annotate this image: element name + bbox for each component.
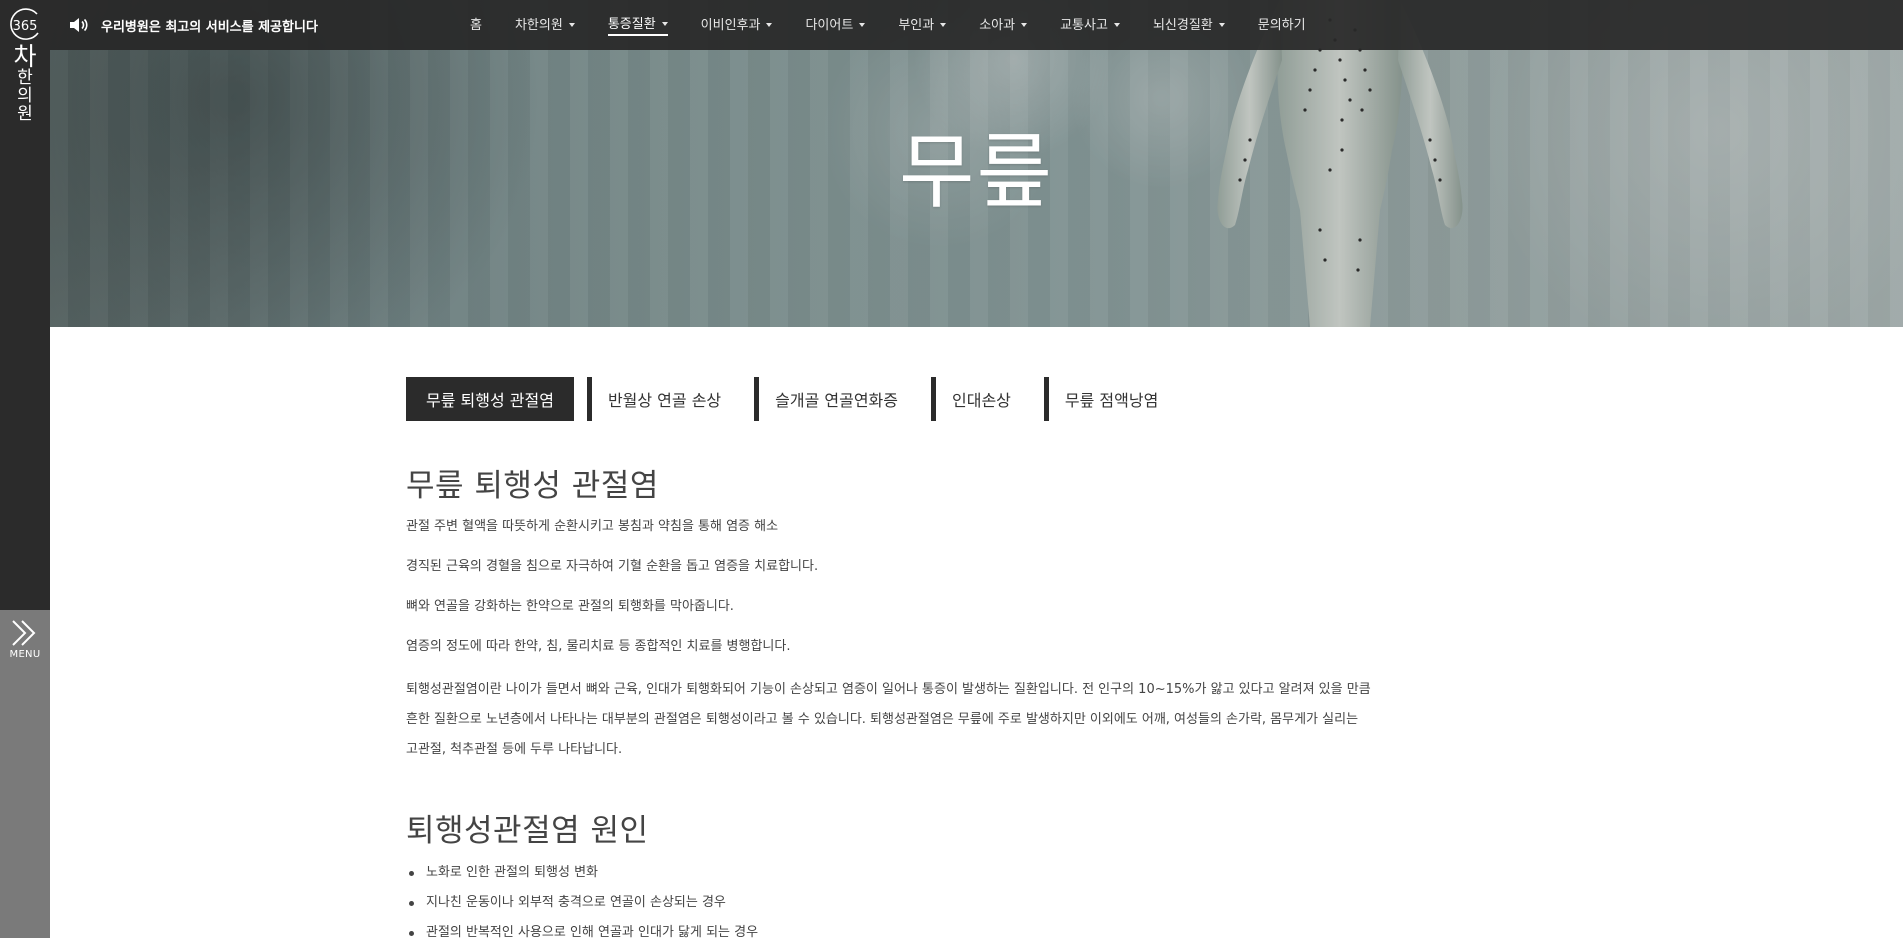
- nav-item-pain[interactable]: 통증질환: [607, 13, 668, 36]
- nav-item-neurology[interactable]: 뇌신경질환: [1153, 14, 1225, 35]
- tab-ligament-injury[interactable]: 인대손상: [931, 377, 1031, 421]
- page-title: 무릎: [899, 125, 1054, 220]
- caret-down-icon: [568, 23, 575, 27]
- menu-toggle-button[interactable]: MENU: [0, 618, 50, 666]
- paragraph: 관절 주변 혈액을 따뜻하게 순환시키고 봉침과 약침을 통해 염증 해소: [406, 519, 779, 534]
- section-title: 무릎 퇴행성 관절염: [406, 468, 659, 504]
- caret-down-icon: [1113, 23, 1120, 27]
- caret-down-icon: [940, 23, 947, 27]
- logo-text: 차 한 의 원: [13, 42, 37, 124]
- tab-knee-osteoarthritis[interactable]: 무릎 퇴행성 관절염: [406, 377, 574, 421]
- svg-text:365: 365: [13, 19, 38, 34]
- tab-knee-bursitis[interactable]: 무릎 점액낭염: [1043, 377, 1179, 421]
- top-bar: 우리병원은 최고의 서비스를 제공합니다 홈 차한의원 통증질환 이비인후과 다…: [50, 0, 1903, 50]
- left-sidebar: 365 차 한 의 원 MENU: [0, 0, 50, 938]
- list-item: 관절의 반복적인 사용으로 인해 연골과 인대가 닳게 되는 경우: [406, 918, 1546, 948]
- section-title: 퇴행성관절염 원인: [406, 813, 649, 849]
- logo-365-icon: 365: [10, 8, 39, 40]
- description-paragraph: 퇴행성관절염이란 나이가 들면서 뼈와 근육, 인대가 퇴행화되어 기능이 손상…: [406, 682, 1371, 757]
- condition-tabs: 무릎 퇴행성 관절염 반월상 연골 손상 슬개골 연골연화증 인대손상 무릎 점…: [406, 377, 1191, 421]
- menu-label: MENU: [9, 649, 41, 660]
- main-content: 무릎 퇴행성 관절염 관절 주변 혈액을 따뜻하게 순환시키고 봉침과 약침을 …: [406, 460, 1546, 948]
- tab-chondromalacia-patella[interactable]: 슬개골 연골연화증: [754, 377, 919, 421]
- logo[interactable]: 365 차 한 의 원: [0, 6, 50, 124]
- caret-down-icon: [1218, 23, 1225, 27]
- nav-item-pediatrics[interactable]: 소아과: [979, 14, 1028, 35]
- tab-meniscus-injury[interactable]: 반월상 연골 손상: [586, 377, 742, 421]
- speaker-icon: [70, 18, 88, 32]
- nav-item-home[interactable]: 홈: [470, 14, 482, 35]
- causes-list: 노화로 인한 관절의 퇴행성 변화 지나친 운동이나 외부적 충격으로 연골이 …: [406, 858, 1546, 948]
- list-item: 지나친 운동이나 외부적 충격으로 연골이 손상되는 경우: [406, 888, 1546, 918]
- announcement: 우리병원은 최고의 서비스를 제공합니다: [69, 0, 318, 50]
- nav-item-gynecology[interactable]: 부인과: [898, 14, 947, 35]
- nav-item-diet[interactable]: 다이어트: [805, 14, 866, 35]
- nav-item-traffic-accident[interactable]: 교통사고: [1060, 14, 1120, 35]
- nav-item-ent[interactable]: 이비인후과: [701, 14, 773, 35]
- paragraph: 뼈와 연골을 강화하는 한약으로 관절의 퇴행화를 막아줍니다.: [406, 599, 734, 614]
- nav-item-clinic[interactable]: 차한의원: [515, 14, 575, 35]
- double-chevron-right-icon: [12, 620, 36, 646]
- caret-down-icon: [661, 22, 668, 26]
- main-nav: 홈 차한의원 통증질환 이비인후과 다이어트 부인과 소아과 교통사고 뇌신경질…: [470, 0, 1339, 48]
- paragraph: 염증의 정도에 따라 한약, 침, 물리치료 등 종합적인 치료를 병행합니다.: [406, 639, 791, 654]
- announcement-text: 우리병원은 최고의 서비스를 제공합니다: [101, 19, 318, 35]
- caret-down-icon: [1021, 23, 1028, 27]
- caret-down-icon: [859, 23, 866, 27]
- caret-down-icon: [766, 23, 773, 27]
- nav-item-contact[interactable]: 문의하기: [1258, 14, 1306, 35]
- paragraph: 경직된 근육의 경혈을 침으로 자극하여 기혈 순환을 돕고 염증을 치료합니다…: [406, 559, 819, 574]
- list-item: 노화로 인한 관절의 퇴행성 변화: [406, 858, 1546, 888]
